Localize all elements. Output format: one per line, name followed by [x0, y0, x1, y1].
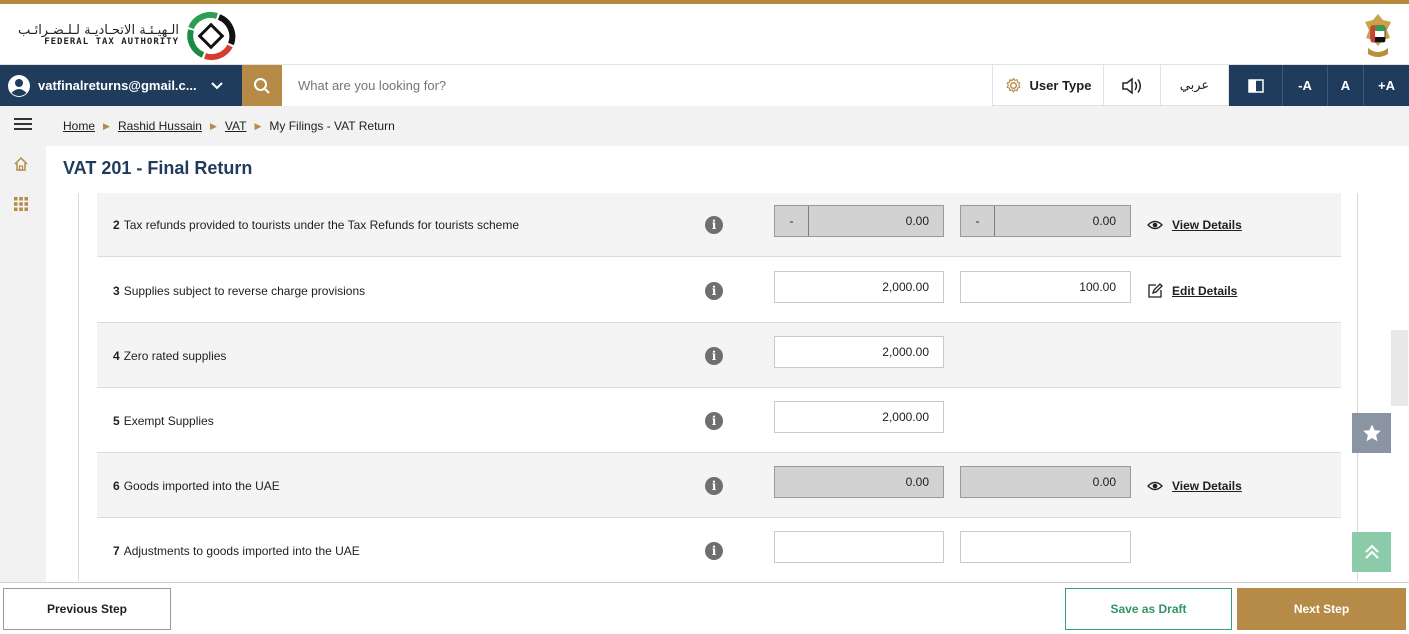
home-icon[interactable]: [13, 156, 29, 172]
account-email: vatfinalreturns@gmail.c...: [38, 78, 197, 93]
double-chevron-up-icon: [1364, 544, 1379, 559]
row-number: 4: [113, 348, 120, 363]
page-title: VAT 201 - Final Return: [63, 158, 253, 178]
view-details-label: View Details: [1172, 217, 1242, 232]
scroll-to-top-button[interactable]: [1352, 532, 1391, 572]
fta-logo[interactable]: الـهيـئـة الاتحـاديـة لـلـضـرائـب FEDERA…: [18, 10, 237, 62]
previous-step-button[interactable]: Previous Step: [3, 588, 171, 630]
breadcrumb-separator-icon: ▶: [209, 120, 217, 131]
language-toggle-arabic[interactable]: عربي: [1160, 65, 1228, 106]
info-icon[interactable]: i: [705, 542, 723, 560]
amount-input[interactable]: 2,000.00: [774, 271, 944, 303]
save-draft-button[interactable]: Save as Draft: [1065, 588, 1232, 630]
uae-emblem-icon: [1365, 14, 1391, 57]
breadcrumb: Home ▶ Rashid Hussain ▶ VAT ▶ My Filings…: [63, 119, 395, 133]
table-row: 3 Supplies subject to reverse charge pro…: [97, 258, 1341, 323]
vat-amount-input[interactable]: [960, 531, 1131, 563]
view-details-link[interactable]: View Details: [1147, 453, 1242, 518]
breadcrumb-home-link[interactable]: Home: [63, 119, 95, 133]
row-number: 7: [113, 543, 120, 558]
font-decrease-button[interactable]: -A: [1282, 65, 1327, 106]
row-number: 3: [113, 283, 120, 298]
next-step-button[interactable]: Next Step: [1237, 588, 1406, 630]
font-normal-button[interactable]: A: [1327, 65, 1363, 106]
vat-amount-field: - 0.00: [960, 205, 1131, 237]
gear-icon: [1006, 77, 1021, 93]
view-details-link[interactable]: View Details: [1147, 193, 1242, 257]
search-icon: [254, 77, 270, 94]
view-details-label: View Details: [1172, 478, 1242, 493]
info-icon[interactable]: i: [705, 216, 723, 234]
breadcrumb-current: My Filings - VAT Return: [269, 119, 395, 133]
row-label: Tax refunds provided to tourists under t…: [123, 217, 520, 232]
info-icon[interactable]: i: [705, 347, 723, 365]
vat-amount-value: 0.00: [1092, 214, 1116, 228]
info-icon[interactable]: i: [705, 477, 723, 495]
breadcrumb-bar: Home ▶ Rashid Hussain ▶ VAT ▶ My Filings…: [0, 106, 1409, 146]
font-increase-button[interactable]: +A: [1363, 65, 1409, 106]
account-dropdown[interactable]: vatfinalreturns@gmail.c...: [0, 65, 242, 106]
breadcrumb-taxpayer-link[interactable]: Rashid Hussain: [118, 119, 202, 133]
scrollbar-thumb[interactable]: [1391, 330, 1408, 406]
sign-indicator: -: [961, 206, 995, 236]
left-sidebar: [0, 146, 46, 582]
table-row: 4 Zero rated supplies i 2,000.00: [97, 323, 1341, 388]
amount-input[interactable]: [774, 531, 944, 563]
search-input[interactable]: [282, 65, 992, 106]
speaker-icon: [1122, 76, 1141, 95]
info-icon[interactable]: i: [705, 412, 723, 430]
table-row: 5 Exempt Supplies i 2,000.00: [97, 388, 1341, 453]
breadcrumb-separator-icon: ▶: [103, 120, 110, 131]
amount-value: 0.00: [905, 214, 929, 228]
hamburger-menu-icon[interactable]: [14, 116, 32, 132]
search-button[interactable]: [242, 65, 282, 106]
vat-amount-field: 0.00: [960, 466, 1131, 498]
info-icon[interactable]: i: [705, 282, 723, 300]
amount-input[interactable]: 2,000.00: [774, 336, 944, 368]
sign-indicator: -: [775, 206, 809, 236]
row-label: Zero rated supplies: [123, 348, 227, 363]
table-row: 2 Tax refunds provided to tourists under…: [97, 193, 1341, 257]
star-icon: [1362, 424, 1381, 442]
table-row: 7 Adjustments to goods imported into the…: [97, 518, 1341, 581]
breadcrumb-vat-link[interactable]: VAT: [225, 119, 247, 133]
row-label: Adjustments to goods imported into the U…: [123, 543, 360, 558]
apps-grid-icon[interactable]: [13, 196, 29, 212]
amount-input[interactable]: 2,000.00: [774, 401, 944, 433]
table-row: 6 Goods imported into the UAE i 0.00 0.0…: [97, 453, 1341, 518]
top-navbar: vatfinalreturns@gmail.c... User Type عرب…: [0, 64, 1409, 106]
contrast-toggle-button[interactable]: [1228, 65, 1282, 106]
breadcrumb-separator-icon: ▶: [254, 120, 262, 131]
user-type-label: User Type: [1029, 78, 1092, 93]
footer-action-bar: Previous Step Save as Draft Next Step: [0, 582, 1409, 634]
contrast-icon: [1247, 78, 1264, 93]
row-label: Supplies subject to reverse charge provi…: [123, 283, 366, 298]
edit-details-label: Edit Details: [1172, 283, 1238, 298]
amount-field: 0.00: [774, 466, 944, 498]
fta-logo-icon: [187, 11, 236, 61]
user-type-button[interactable]: User Type: [992, 65, 1103, 106]
text-to-speech-button[interactable]: [1103, 65, 1160, 106]
row-label: Goods imported into the UAE: [123, 478, 280, 493]
row-number: 6: [113, 478, 120, 493]
row-number: 2: [113, 217, 120, 232]
chevron-down-icon: [210, 81, 223, 89]
favorite-button[interactable]: [1352, 413, 1391, 453]
eye-icon: [1147, 481, 1163, 490]
logo-english-text: FEDERAL TAX AUTHORITY: [44, 37, 180, 48]
row-label: Exempt Supplies: [123, 413, 214, 428]
vat-amount-input[interactable]: 100.00: [960, 271, 1131, 303]
eye-icon: [1147, 220, 1163, 229]
edit-icon: [1148, 282, 1163, 298]
vat-return-form: 2 Tax refunds provided to tourists under…: [78, 193, 1358, 581]
edit-details-link[interactable]: Edit Details: [1147, 258, 1237, 323]
logo-bar: الـهيـئـة الاتحـاديـة لـلـضـرائـب FEDERA…: [0, 4, 1409, 64]
logo-arabic-text: الـهيـئـة الاتحـاديـة لـلـضـرائـب: [18, 22, 180, 38]
user-avatar-icon: [8, 74, 30, 97]
row-number: 5: [113, 413, 120, 428]
amount-field: - 0.00: [774, 205, 944, 237]
